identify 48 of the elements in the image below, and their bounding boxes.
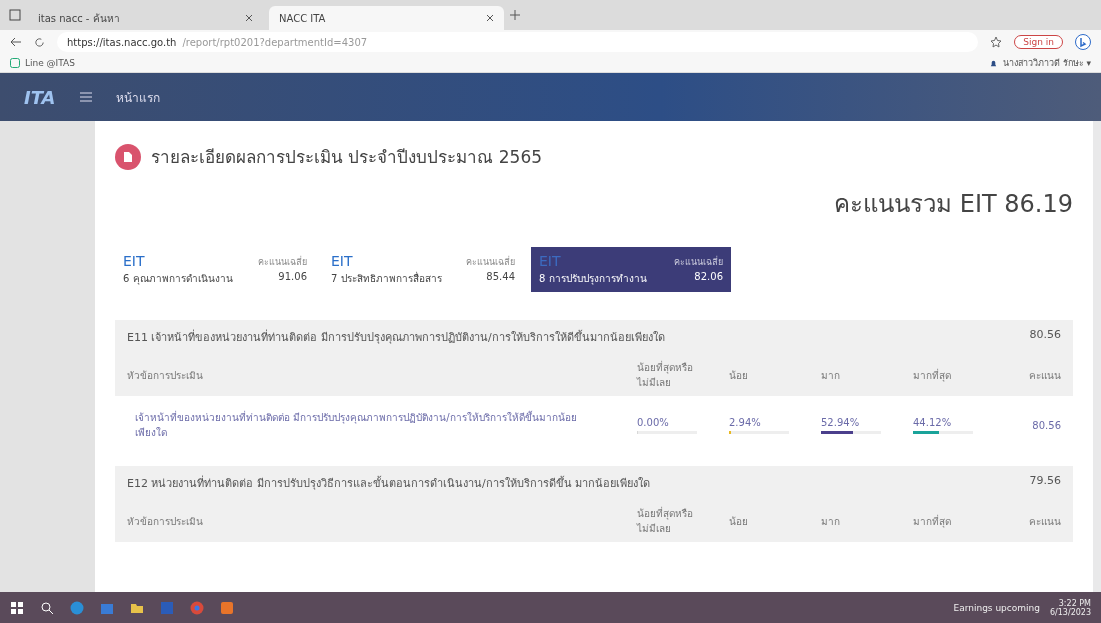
column-header: คะแนน <box>1028 514 1061 529</box>
percent-value: 44.12% <box>913 416 953 428</box>
bookmark-icon <box>10 58 20 68</box>
section-score: 80.56 <box>1029 328 1061 343</box>
column-header: น้อย <box>729 368 749 383</box>
total-score: คะแนนรวม EIT 86.19 <box>833 189 1073 220</box>
column-header: คะแนน <box>1028 368 1061 383</box>
column-header: มาก <box>821 514 841 529</box>
percent-value: 52.94% <box>821 416 861 428</box>
column-header: น้อย <box>729 514 749 529</box>
close-icon[interactable] <box>245 14 253 22</box>
percent-value: 2.94% <box>729 416 762 428</box>
bing-icon[interactable] <box>1075 34 1091 50</box>
windows-icon[interactable] <box>10 600 24 615</box>
bookmark-link[interactable]: Line @ITAS <box>25 58 75 68</box>
browser-tab[interactable]: NACC ITA <box>269 6 504 30</box>
search-icon[interactable] <box>40 600 54 615</box>
clock[interactable]: 3:22 PM 6/13/2023 <box>1049 598 1091 617</box>
page-title: รายละเอียดผลการประเมิน ประจำปีงบประมาณ 2565 <box>151 146 543 169</box>
score-value: 80.56 <box>1031 419 1061 431</box>
back-icon[interactable] <box>10 37 22 47</box>
column-header: มากที่สุด <box>913 367 952 383</box>
column-header: น้อยที่สุดหรือไม่มีเลย <box>637 506 694 536</box>
refresh-icon[interactable] <box>34 36 45 48</box>
news-widget[interactable]: Earnings upcoming <box>953 602 1040 613</box>
column-header: หัวข้อการประเมิน <box>127 368 204 383</box>
document-icon <box>115 143 141 170</box>
column-header: มาก <box>821 368 841 383</box>
menu-icon[interactable] <box>79 92 92 102</box>
section-score: 79.56 <box>1029 474 1061 489</box>
user-name[interactable]: นางสาววิภาวดี รักษะ ▾ <box>1002 56 1091 70</box>
address-bar[interactable]: https://itas.nacc.go.th /report/rpt0201?departmentId=4307 <box>57 32 979 52</box>
home-link[interactable]: หน้าแรก <box>115 87 160 107</box>
percent-value: 0.00% <box>637 416 670 428</box>
sign-in-button[interactable]: Sign in <box>1014 35 1063 49</box>
section-title: E12 หน่วยงานที่ท่านติดต่อ มีการปรับปรุงวิธีการและขั้นตอนการดำเนินงาน/การให้บริการดีขึ้น มากน้อยเพียงใด <box>127 474 651 492</box>
site-logo[interactable]: ITA <box>24 86 56 108</box>
star-icon[interactable] <box>990 36 1003 48</box>
category-tab[interactable]: EIT คะแนนเฉลี่ย 8 การปรับปรุงการทำงาน 82.06 <box>531 247 731 292</box>
column-header: หัวข้อการประเมิน <box>127 514 204 529</box>
question-text: เจ้าหน้าที่ของหน่วยงานที่ท่านติดต่อ มีการปรับปรุงคุณภาพการปฏิบัติงาน/การให้บริการให้ดีขึ้นมากน้อยเพียงใด <box>135 410 578 440</box>
app-icon[interactable] <box>220 600 234 615</box>
column-header: มากที่สุด <box>913 513 952 529</box>
column-header: น้อยที่สุดหรือไม่มีเลย <box>637 360 694 390</box>
section-title: E11 เจ้าหน้าที่ของหน่วยงานที่ท่านติดต่อ มีการปรับปรุงคุณภาพการปฏิบัติงาน/การให้บริการให้ดีขึ้นมากน้อยเพียงใด <box>127 328 665 346</box>
new-tab-icon[interactable] <box>510 10 520 20</box>
close-icon[interactable] <box>486 14 494 22</box>
browser-tab[interactable]: itas nacc - ค้นหา <box>28 6 263 30</box>
